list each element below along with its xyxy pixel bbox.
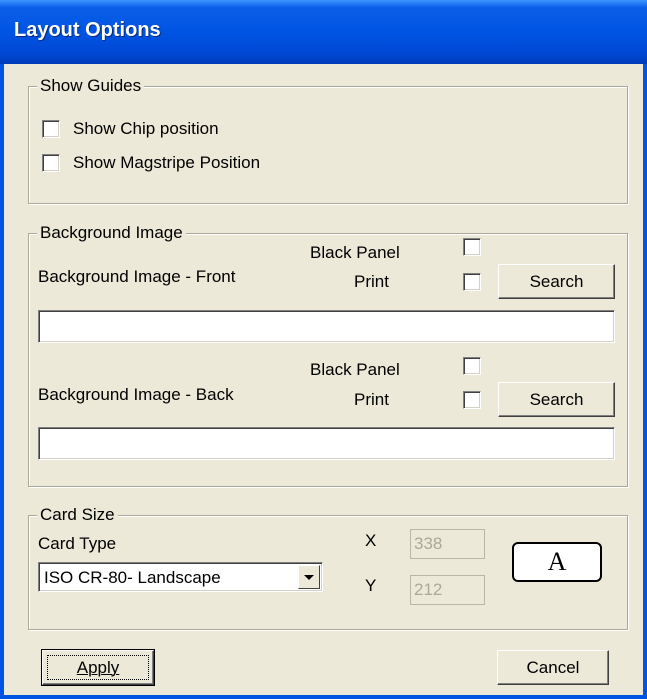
show-chip-label[interactable]: Show Chip position xyxy=(73,119,219,139)
back-search-button[interactable]: Search xyxy=(498,382,615,417)
front-search-button[interactable]: Search xyxy=(498,264,615,299)
show-chip-checkbox[interactable] xyxy=(42,120,60,138)
chevron-down-icon[interactable] xyxy=(298,565,320,589)
window-title: Layout Options xyxy=(14,19,161,41)
front-search-label: Search xyxy=(529,272,584,291)
focus-rectangle xyxy=(47,655,149,680)
card-size-legend: Card Size xyxy=(37,505,118,525)
window-frame-left xyxy=(0,64,4,699)
background-front-label: Background Image - Front xyxy=(38,267,236,286)
apply-button[interactable]: Apply xyxy=(41,649,155,686)
card-type-value: ISO CR-80- Landscape xyxy=(44,568,221,587)
back-search-label: Search xyxy=(529,390,584,409)
back-black-panel-checkbox[interactable] xyxy=(463,357,481,375)
window-frame-bottom xyxy=(0,695,647,699)
back-print-checkbox[interactable] xyxy=(463,391,481,409)
back-print-label: Print xyxy=(354,390,389,409)
background-back-label: Background Image - Back xyxy=(38,385,234,404)
front-print-label: Print xyxy=(354,272,389,291)
card-type-label: Card Type xyxy=(38,534,117,553)
cancel-label: Cancel xyxy=(526,658,580,677)
front-print-checkbox[interactable] xyxy=(463,273,481,291)
background-image-legend: Background Image xyxy=(37,223,186,243)
x-value-field[interactable]: 338 xyxy=(410,529,485,559)
x-label: X xyxy=(365,531,377,550)
y-label: Y xyxy=(365,576,377,595)
y-value-field[interactable]: 212 xyxy=(410,575,485,605)
back-black-panel-label: Black Panel xyxy=(310,360,400,379)
show-magstripe-label[interactable]: Show Magstripe Position xyxy=(73,153,260,173)
front-image-path-input[interactable] xyxy=(38,310,615,343)
title-bar[interactable]: Layout Options xyxy=(0,0,647,64)
show-magstripe-checkbox[interactable] xyxy=(42,154,60,172)
window-frame-right xyxy=(643,64,647,699)
show-guides-legend: Show Guides xyxy=(37,76,145,96)
card-type-dropdown[interactable]: ISO CR-80- Landscape xyxy=(38,562,323,592)
cancel-button[interactable]: Cancel xyxy=(497,650,609,685)
orientation-button[interactable]: A xyxy=(512,542,602,582)
back-image-path-input[interactable] xyxy=(38,427,615,460)
show-guides-group: Show Guides xyxy=(28,76,628,204)
front-black-panel-label: Black Panel xyxy=(310,243,400,262)
orientation-button-label: A xyxy=(547,547,567,576)
front-black-panel-checkbox[interactable] xyxy=(463,238,481,256)
